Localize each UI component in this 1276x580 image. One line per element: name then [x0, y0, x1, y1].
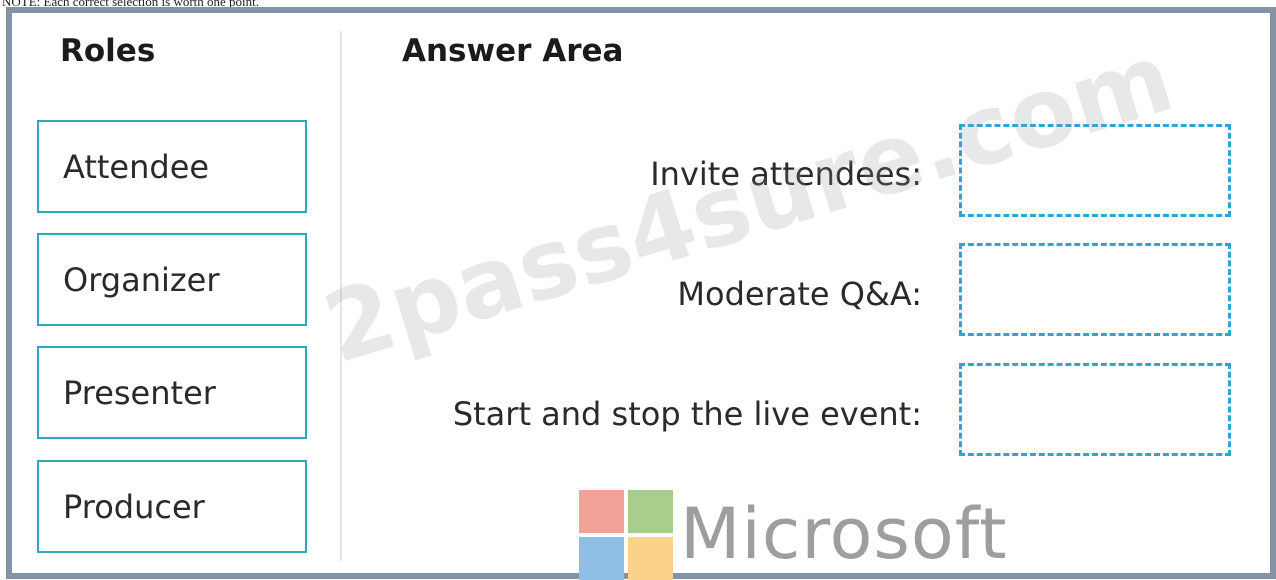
drop-zone-start-stop[interactable]	[959, 363, 1231, 456]
logo-square-yellow	[628, 537, 673, 580]
question-label-start-stop: Start and stop the live event:	[452, 395, 922, 433]
role-option-label: Attendee	[63, 147, 210, 186]
drop-zone-invite[interactable]	[959, 124, 1231, 217]
role-option-presenter[interactable]: Presenter	[37, 346, 307, 439]
role-option-organizer[interactable]: Organizer	[37, 233, 307, 326]
answer-area-heading: Answer Area	[402, 33, 624, 69]
logo-square-red	[579, 490, 624, 533]
role-option-attendee[interactable]: Attendee	[37, 120, 307, 213]
drop-zone-moderate[interactable]	[959, 243, 1231, 336]
role-option-label: Organizer	[63, 260, 220, 299]
role-option-label: Producer	[63, 487, 205, 526]
question-label-invite: Invite attendees:	[650, 155, 922, 193]
logo-square-green	[628, 490, 673, 533]
microsoft-wordmark: Microsoft	[680, 493, 1008, 575]
roles-heading: Roles	[60, 33, 156, 69]
question-frame: Roles Attendee Organizer Presenter Produ…	[6, 7, 1276, 580]
microsoft-logo-icon	[579, 490, 673, 580]
role-option-label: Presenter	[63, 373, 216, 412]
question-label-moderate: Moderate Q&A:	[677, 275, 922, 313]
logo-square-blue	[579, 537, 624, 580]
role-option-producer[interactable]: Producer	[37, 460, 307, 553]
panel-divider	[340, 31, 342, 561]
